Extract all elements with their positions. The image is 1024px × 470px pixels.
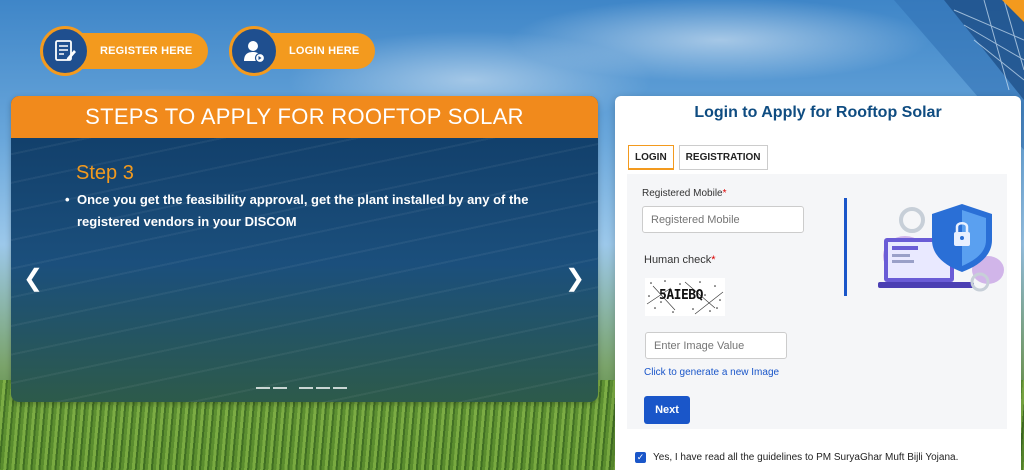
mobile-label-text: Registered Mobile xyxy=(642,188,723,199)
next-slide-arrow-icon[interactable]: ❯ xyxy=(565,264,585,293)
login-card-title: Login to Apply for Rooftop Solar xyxy=(694,104,942,121)
step-description: • Once you get the feasibility approval,… xyxy=(65,189,545,233)
carousel-indicator-active[interactable] xyxy=(290,387,296,389)
security-shield-laptop-icon xyxy=(878,204,1004,292)
steps-header: STEPS TO APPLY FOR ROOFTOP SOLAR xyxy=(11,96,598,138)
human-check-label-text: Human check xyxy=(644,254,712,266)
guidelines-agreement[interactable]: ✓ Yes, I have read all the guidelines to… xyxy=(635,452,958,463)
next-button[interactable]: Next xyxy=(644,396,690,424)
carousel-indicator[interactable] xyxy=(333,387,347,389)
carousel-indicators xyxy=(256,387,347,389)
form-icon xyxy=(40,26,90,76)
user-login-icon xyxy=(229,26,279,76)
agree-checkbox[interactable]: ✓ xyxy=(635,452,646,463)
register-here-label: REGISTER HERE xyxy=(76,33,209,69)
previous-slide-arrow-icon[interactable]: ❮ xyxy=(23,264,43,293)
login-card: Login to Apply for Rooftop Solar LOGIN R… xyxy=(615,96,1021,470)
bullet-marker: • xyxy=(65,192,70,207)
steps-carousel: STEPS TO APPLY FOR ROOFTOP SOLAR Step 3 … xyxy=(11,96,598,402)
login-here-button[interactable]: LOGIN HERE xyxy=(229,26,376,76)
captcha-text: 5AIEBQ xyxy=(659,288,703,303)
carousel-indicator[interactable] xyxy=(299,387,313,389)
step-title: Step 3 xyxy=(76,162,134,184)
tab-registration[interactable]: REGISTRATION xyxy=(678,145,768,170)
register-here-button[interactable]: REGISTER HERE xyxy=(40,26,209,76)
login-form: Registered Mobile* Human check* xyxy=(627,174,1007,429)
step-description-text: Once you get the feasibility approval, g… xyxy=(77,192,529,229)
login-here-label: LOGIN HERE xyxy=(265,33,376,69)
generate-new-image-link[interactable]: Click to generate a new Image xyxy=(644,367,779,378)
registered-mobile-input[interactable] xyxy=(642,206,804,233)
mobile-label: Registered Mobile* xyxy=(642,188,727,199)
human-check-label: Human check* xyxy=(644,254,716,266)
tab-login[interactable]: LOGIN xyxy=(628,145,674,170)
agree-text: Yes, I have read all the guidelines to P… xyxy=(653,452,959,463)
captcha-value-input[interactable] xyxy=(645,332,787,359)
carousel-indicator[interactable] xyxy=(256,387,270,389)
carousel-indicator[interactable] xyxy=(316,387,330,389)
login-tabs: LOGIN REGISTRATION xyxy=(628,145,768,170)
captcha-image: 5AIEBQ xyxy=(645,278,725,316)
required-mark: * xyxy=(711,254,716,266)
divider-bar xyxy=(844,198,847,296)
required-mark: * xyxy=(722,188,727,199)
carousel-indicator[interactable] xyxy=(273,387,287,389)
